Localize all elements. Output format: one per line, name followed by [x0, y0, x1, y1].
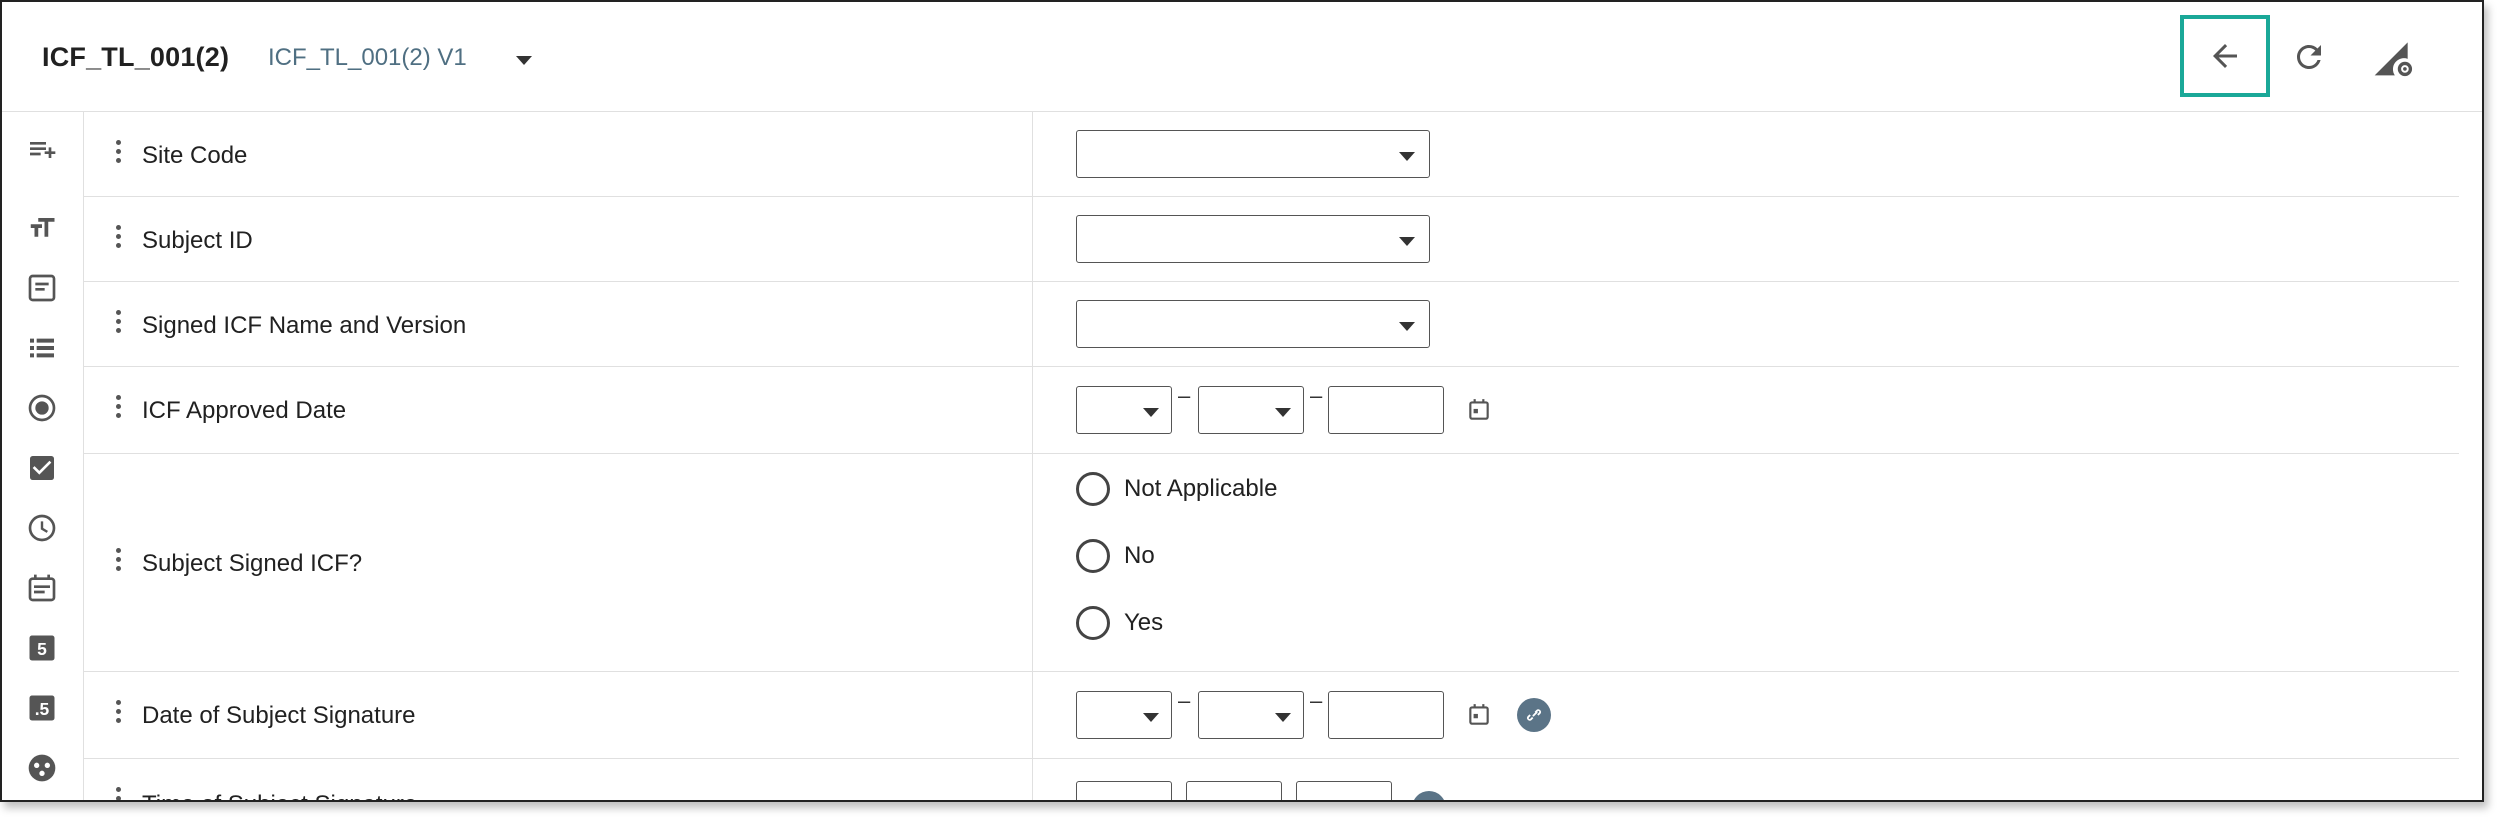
drag-handle-icon[interactable]: [116, 787, 122, 800]
field-label: Site Code: [142, 142, 248, 169]
text-size-icon[interactable]: [22, 208, 62, 248]
radio-icon[interactable]: [22, 388, 62, 428]
field-row-icf-approved-date[interactable]: ICF Approved Date – –: [84, 367, 2459, 454]
radio-label: Yes: [1124, 609, 1164, 636]
field-label: Date of Subject Signature: [142, 702, 416, 729]
column-divider: [1032, 759, 1033, 800]
chevron-down-icon: [1399, 237, 1415, 246]
column-divider: [1032, 367, 1033, 453]
radio-circle-icon: [1076, 606, 1110, 640]
link-icon[interactable]: [1412, 791, 1446, 800]
chevron-down-icon: [1143, 713, 1159, 722]
field-row-time-of-subject-signature[interactable]: Time of Subject Signature: [84, 759, 2459, 800]
radio-circle-icon: [1076, 539, 1110, 573]
version-select[interactable]: ICF_TL_001(2) V1: [268, 44, 467, 72]
drag-handle-icon[interactable]: [116, 310, 122, 336]
radio-label: Not Applicable: [1124, 475, 1278, 502]
settings-button[interactable]: [2348, 16, 2438, 98]
calendar-icon[interactable]: [1466, 702, 1492, 733]
refresh-button[interactable]: [2264, 16, 2354, 98]
date-separator: –: [1310, 383, 1323, 408]
second-input[interactable]: [1296, 781, 1392, 800]
field-label: Subject Signed ICF?: [142, 550, 363, 577]
year-input[interactable]: [1328, 691, 1444, 739]
field-row-site-code[interactable]: Site Code: [84, 112, 2459, 197]
column-divider: [1032, 282, 1033, 366]
arrow-back-icon: [2213, 44, 2237, 68]
field-row-subject-id[interactable]: Subject ID: [84, 197, 2459, 282]
date-separator: –: [1310, 688, 1323, 713]
date-separator: –: [1178, 688, 1191, 713]
list-icon[interactable]: [22, 328, 62, 368]
column-divider: [1032, 112, 1033, 196]
chevron-down-icon: [1275, 713, 1291, 722]
month-select[interactable]: [1198, 691, 1304, 739]
form-title: ICF_TL_001(2): [42, 42, 230, 72]
add-list-icon[interactable]: [22, 130, 62, 170]
checkbox-icon[interactable]: [22, 448, 62, 488]
month-select[interactable]: [1198, 386, 1304, 434]
form-fields: Site Code Subject ID Signed ICF Name and…: [84, 112, 2459, 800]
back-button[interactable]: [2180, 15, 2270, 97]
day-select[interactable]: [1076, 691, 1172, 739]
form-builder-window: ICF_TL_001(2) ICF_TL_001(2) V1 5 .5 Site…: [0, 0, 2484, 802]
number-glyph: 5: [37, 639, 47, 659]
header-bar: ICF_TL_001(2) ICF_TL_001(2) V1: [2, 2, 2482, 112]
chevron-down-icon: [1399, 152, 1415, 161]
day-select[interactable]: [1076, 386, 1172, 434]
clock-icon[interactable]: [22, 508, 62, 548]
radio-option-no[interactable]: No: [1076, 539, 1155, 573]
drag-handle-icon[interactable]: [116, 700, 122, 726]
column-divider: [1032, 672, 1033, 758]
date-separator: –: [1178, 383, 1191, 408]
drag-handle-icon[interactable]: [116, 140, 122, 166]
subject-id-select[interactable]: [1076, 215, 1430, 263]
radio-label: No: [1124, 542, 1155, 569]
chevron-down-icon: [1275, 408, 1291, 417]
field-row-subject-signed-icf[interactable]: Subject Signed ICF? Not Applicable No Ye…: [84, 454, 2459, 672]
chevron-down-icon: [1143, 408, 1159, 417]
radio-circle-icon: [1076, 472, 1110, 506]
decimal-icon[interactable]: .5: [22, 688, 62, 728]
chevron-down-icon[interactable]: [516, 56, 532, 65]
group-icon[interactable]: [22, 748, 62, 788]
field-label: Signed ICF Name and Version: [142, 312, 467, 339]
text-area-icon[interactable]: [22, 268, 62, 308]
signal-settings-icon: [2374, 42, 2413, 77]
drag-handle-icon[interactable]: [116, 548, 122, 574]
field-row-signed-icf-name[interactable]: Signed ICF Name and Version: [84, 282, 2459, 367]
field-label: Subject ID: [142, 227, 253, 254]
field-row-date-of-subject-signature[interactable]: Date of Subject Signature – –: [84, 672, 2459, 759]
radio-option-yes[interactable]: Yes: [1076, 606, 1163, 640]
minute-input[interactable]: [1186, 781, 1282, 800]
site-code-select[interactable]: [1076, 130, 1430, 178]
drag-handle-icon[interactable]: [116, 225, 122, 251]
column-divider: [1032, 197, 1033, 281]
column-divider: [1032, 454, 1033, 671]
link-icon[interactable]: [1517, 698, 1551, 732]
refresh-icon: [2297, 44, 2321, 69]
chevron-down-icon: [1399, 322, 1415, 331]
year-input[interactable]: [1328, 386, 1444, 434]
number-icon[interactable]: 5: [22, 628, 62, 668]
radio-option-not-applicable[interactable]: Not Applicable: [1076, 472, 1277, 506]
field-label: Time of Subject Signature: [142, 791, 417, 800]
hour-input[interactable]: [1076, 781, 1172, 800]
calendar-icon[interactable]: [22, 568, 62, 608]
drag-handle-icon[interactable]: [116, 395, 122, 421]
signed-icf-name-select[interactable]: [1076, 300, 1430, 348]
field-toolbar: 5 .5: [2, 112, 84, 800]
field-label: ICF Approved Date: [142, 397, 347, 424]
calendar-icon[interactable]: [1466, 397, 1492, 428]
decimal-glyph: .5: [35, 699, 50, 719]
